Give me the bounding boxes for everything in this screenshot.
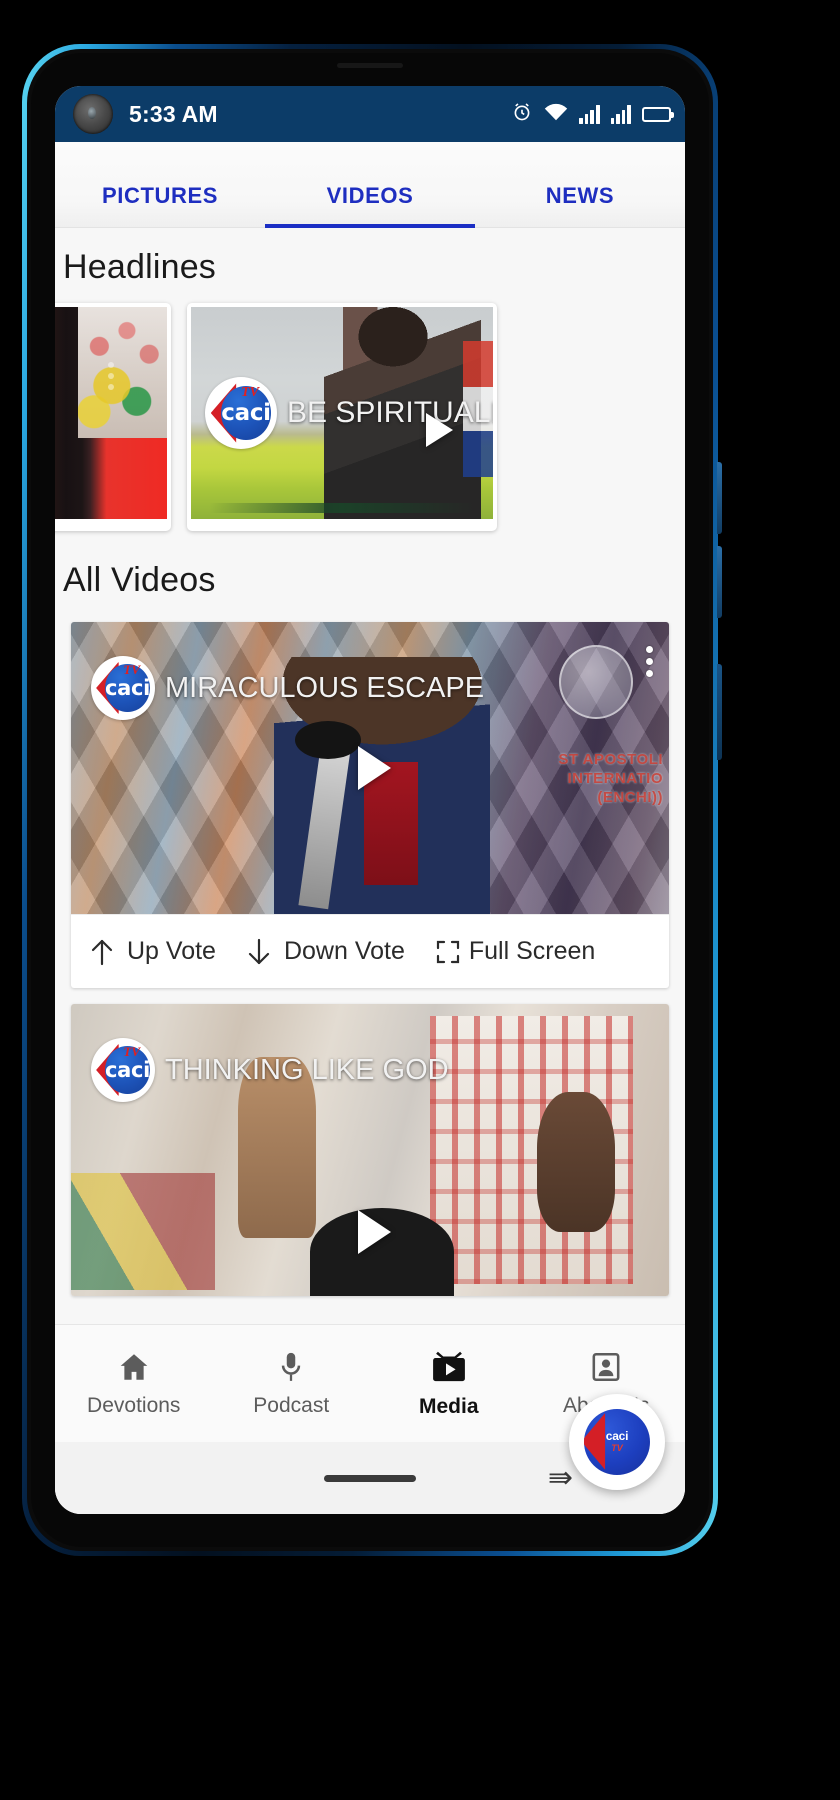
home-gesture-pill[interactable] xyxy=(324,1474,416,1482)
play-icon[interactable] xyxy=(409,403,463,457)
nav-label-devotions: Devotions xyxy=(87,1393,181,1417)
video-card[interactable]: ST APOSTOLI INTERNATIO (ENCHI)) caci TV MI… xyxy=(71,622,669,988)
full-screen-label: Full Screen xyxy=(468,937,596,965)
headline-thumbnail: GOD t time xyxy=(55,307,167,519)
video-thumbnail[interactable]: caci TV THINKING LIKE GOD xyxy=(71,1004,669,1296)
tab-pictures[interactable]: PICTURES xyxy=(55,183,265,227)
video-action-row: Up Vote Down Vote Full Screen xyxy=(71,914,669,988)
thumbnail-globe-art xyxy=(559,645,634,720)
volume-down-button[interactable] xyxy=(717,546,722,618)
caci-tv-fab[interactable]: caci TV xyxy=(569,1394,665,1490)
fab-wordmark: caci xyxy=(605,1428,629,1443)
tab-news[interactable]: NEWS xyxy=(475,183,685,227)
caci-tv-logo-icon: caci TV xyxy=(91,1038,155,1102)
fab-logo-icon: caci TV xyxy=(584,1409,650,1475)
nav-item-devotions[interactable]: Devotions xyxy=(55,1350,213,1418)
logo-wordmark: caci xyxy=(104,676,151,700)
person-icon xyxy=(592,1352,620,1381)
caci-tv-logo-icon: caci TV xyxy=(205,377,277,449)
thumbnail-art xyxy=(78,307,167,439)
video-title-overlay: caci TV THINKING LIKE GOD xyxy=(91,1038,449,1102)
status-bar-clock: 5:33 AM xyxy=(129,100,218,127)
signal-icon-1 xyxy=(579,104,600,124)
logo-tv-mark: TV xyxy=(123,1044,140,1059)
nav-item-media[interactable]: Media xyxy=(370,1349,528,1419)
headline-card[interactable]: GOD t time xyxy=(55,303,171,531)
nav-label-media: Media xyxy=(418,1394,479,1418)
thumbnail-left-art xyxy=(71,1173,215,1291)
down-vote-label: Down Vote xyxy=(283,937,405,965)
caci-tv-logo-icon: caci TV xyxy=(91,656,155,720)
tab-videos[interactable]: VIDEOS xyxy=(265,183,475,228)
home-icon xyxy=(120,1353,148,1380)
nav-label-podcast: Podcast xyxy=(253,1393,330,1417)
logo-wordmark: caci xyxy=(221,400,271,426)
video-thumbnail[interactable]: ST APOSTOLI INTERNATIO (ENCHI)) caci TV MI… xyxy=(71,622,669,914)
back-button-icon[interactable]: ⇛ xyxy=(548,1461,573,1496)
volume-up-button[interactable] xyxy=(717,462,722,534)
up-vote-label: Up Vote xyxy=(127,937,216,965)
thumbnail-table-art xyxy=(209,503,475,513)
logo-wordmark: caci xyxy=(104,1058,151,1082)
phone-device: 5:33 AM PICTURES VIDEOS NEWS Headlines c… xyxy=(22,44,722,1556)
fab-tv-mark: TV xyxy=(611,1443,623,1454)
all-videos-section-title: All Videos xyxy=(63,561,216,599)
headline-card[interactable]: caci TV BE SPIRITUALLY xyxy=(187,303,497,531)
kebab-menu-icon[interactable] xyxy=(646,646,653,677)
logo-tv-mark: TV xyxy=(123,662,140,677)
status-bar-icons xyxy=(511,101,674,128)
down-vote-button[interactable]: Down Vote xyxy=(246,937,405,967)
headlines-section-title: Headlines xyxy=(63,248,217,286)
headline-thumbnail: caci TV BE SPIRITUALLY xyxy=(191,307,493,519)
front-camera xyxy=(73,94,113,134)
tab-bar: PICTURES VIDEOS NEWS xyxy=(55,142,685,228)
play-icon[interactable] xyxy=(335,733,405,803)
alarm-icon xyxy=(511,101,533,128)
video-title-overlay: caci TV MIRACULOUS ESCAPE xyxy=(91,656,484,720)
status-bar: 5:33 AM xyxy=(55,86,685,142)
video-title: THINKING LIKE GOD xyxy=(165,1053,449,1086)
video-card[interactable]: caci TV THINKING LIKE GOD xyxy=(71,1004,669,1296)
kebab-menu-icon[interactable] xyxy=(108,362,115,391)
power-button[interactable] xyxy=(717,664,722,760)
microphone-icon xyxy=(282,1352,301,1381)
full-screen-button[interactable]: Full Screen xyxy=(435,937,595,966)
up-vote-button[interactable]: Up Vote xyxy=(89,937,216,967)
nav-item-podcast[interactable]: Podcast xyxy=(213,1350,371,1418)
phone-screen: 5:33 AM PICTURES VIDEOS NEWS Headlines c… xyxy=(55,86,685,1514)
earpiece-speaker xyxy=(337,63,403,68)
play-icon[interactable] xyxy=(335,1197,405,1267)
video-title: MIRACULOUS ESCAPE xyxy=(165,671,485,704)
headlines-carousel[interactable]: GOD t time caci xyxy=(55,303,685,531)
battery-icon xyxy=(642,106,674,122)
thumbnail-portrait-art xyxy=(537,1091,616,1232)
signal-icon-2 xyxy=(610,104,631,124)
tv-icon xyxy=(432,1351,465,1381)
content-scroll-area[interactable]: Headlines GOD t time xyxy=(55,228,685,1514)
wifi-icon xyxy=(544,102,568,126)
thumbnail-side-text: ST APOSTOLI INTERNATIO (ENCHI)) xyxy=(558,751,664,807)
logo-tv-mark: TV xyxy=(241,385,259,400)
